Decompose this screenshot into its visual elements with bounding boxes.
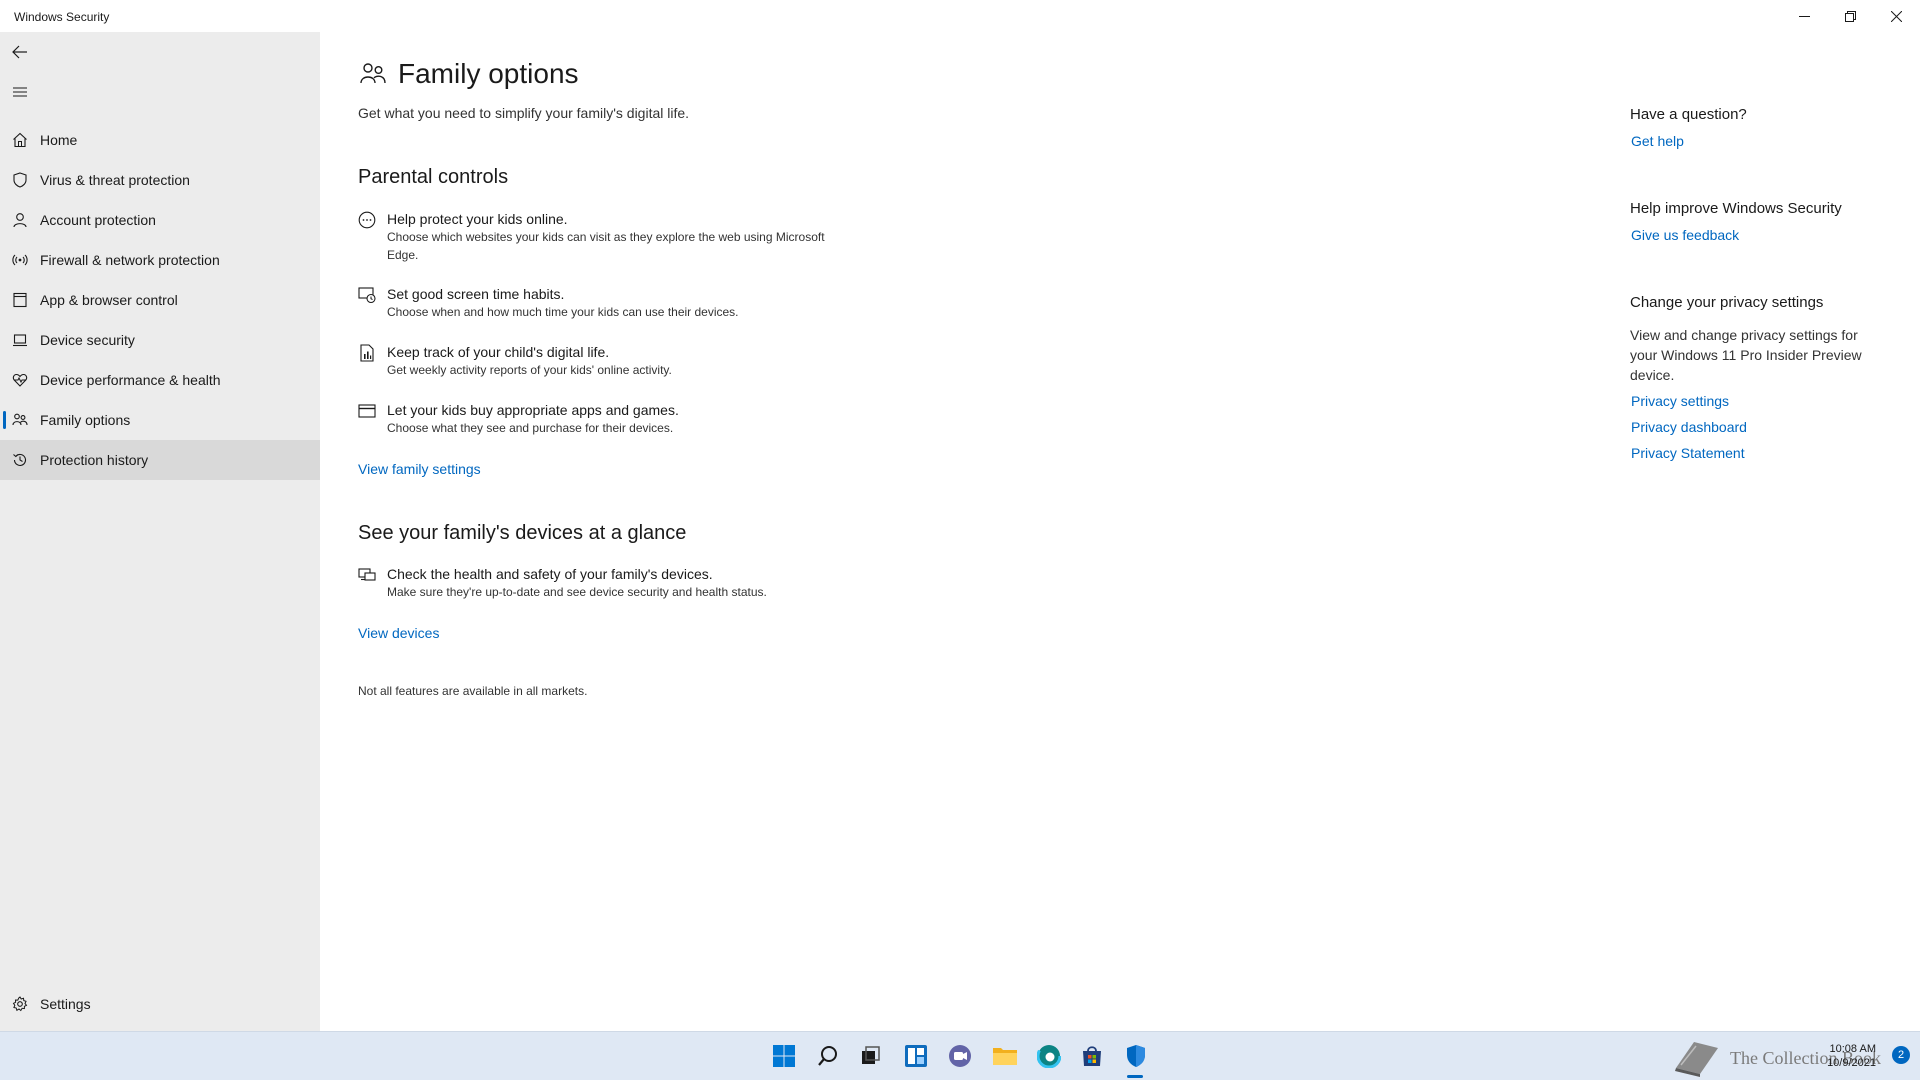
sidebar-item-label: Family options — [40, 412, 131, 428]
view-family-settings-link[interactable]: View family settings — [358, 461, 481, 477]
sidebar-item-label: Firewall & network protection — [40, 252, 220, 268]
heart-pulse-icon — [10, 370, 30, 390]
feature-title: Check the health and safety of your fami… — [387, 566, 713, 582]
sidebar-item-app-browser-control[interactable]: App & browser control — [0, 280, 320, 320]
start-icon[interactable] — [768, 1040, 800, 1072]
edge-icon[interactable] — [1033, 1040, 1065, 1072]
search-icon[interactable] — [812, 1040, 844, 1072]
restore-icon — [1844, 10, 1856, 22]
feature-title: Let your kids buy appropriate apps and g… — [387, 402, 679, 418]
feature-devices-health: Check the health and safety of your fami… — [358, 565, 827, 601]
active-app-indicator — [1127, 1075, 1143, 1078]
sidebar: Home Virus & threat protection Account p… — [0, 32, 320, 1031]
view-devices-link[interactable]: View devices — [358, 625, 439, 641]
feature-apps-and-games: Let your kids buy appropriate apps and g… — [358, 401, 827, 437]
report-icon — [358, 344, 378, 364]
page-header: Family options — [358, 58, 579, 90]
clock[interactable]: 10:08 AM 10/9/2021 — [1827, 1042, 1876, 1070]
credit-card-icon — [358, 402, 378, 422]
taskbar: The Collection Book 10:08 AM 10/9/2021 2 — [0, 1031, 1920, 1080]
feature-description: Choose what they see and purchase for th… — [387, 421, 674, 435]
section-title-parental-controls: Parental controls — [358, 166, 509, 188]
feature-screen-time: Set good screen time habits. Choose when… — [358, 285, 827, 321]
page-subtitle: Get what you need to simplify your famil… — [358, 105, 690, 121]
sidebar-item-label: Account protection — [40, 212, 156, 228]
store-icon[interactable] — [1076, 1040, 1108, 1072]
sidebar-item-device-performance[interactable]: Device performance & health — [0, 360, 320, 400]
sidebar-item-account-protection[interactable]: Account protection — [0, 200, 320, 240]
get-help-link[interactable]: Get help — [1631, 133, 1684, 149]
sidebar-item-home[interactable]: Home — [0, 120, 320, 160]
feature-description: Get weekly activity reports of your kids… — [387, 363, 672, 377]
availability-note: Not all features are available in all ma… — [358, 684, 588, 698]
section-title-family-devices: See your family's devices at a glance — [358, 522, 687, 544]
give-feedback-link[interactable]: Give us feedback — [1631, 227, 1739, 243]
home-icon — [10, 130, 30, 150]
app-window-icon — [10, 290, 30, 310]
person-icon — [10, 210, 30, 230]
task-view-icon[interactable] — [854, 1040, 886, 1072]
back-button[interactable] — [8, 40, 32, 64]
feature-description: Choose when and how much time your kids … — [387, 305, 739, 319]
feature-description: Make sure they're up-to-date and see dev… — [387, 585, 767, 599]
back-arrow-icon — [12, 45, 27, 59]
close-button[interactable] — [1873, 0, 1919, 32]
privacy-heading: Change your privacy settings — [1630, 294, 1824, 311]
help-improve-heading: Help improve Windows Security — [1630, 200, 1842, 217]
menu-button[interactable] — [8, 80, 32, 104]
privacy-statement-link[interactable]: Privacy Statement — [1631, 445, 1745, 461]
hamburger-icon — [13, 87, 27, 97]
sidebar-item-label: App & browser control — [40, 292, 178, 308]
globe-chat-icon — [358, 211, 378, 231]
sidebar-item-protection-history[interactable]: Protection history — [0, 440, 320, 480]
sidebar-item-firewall[interactable]: Firewall & network protection — [0, 240, 320, 280]
sidebar-item-label: Home — [40, 132, 78, 148]
sidebar-item-label: Device performance & health — [40, 372, 221, 388]
file-explorer-icon[interactable] — [989, 1040, 1021, 1072]
feature-protect-kids-online: Help protect your kids online. Choose wh… — [358, 210, 827, 264]
chat-icon[interactable] — [944, 1040, 976, 1072]
feature-title: Help protect your kids online. — [387, 211, 568, 227]
notification-badge[interactable]: 2 — [1892, 1046, 1910, 1064]
history-icon — [10, 450, 30, 470]
close-icon — [1890, 10, 1902, 22]
sidebar-item-label: Protection history — [40, 452, 149, 468]
privacy-description: View and change privacy settings for you… — [1630, 327, 1862, 383]
shield-icon — [10, 170, 30, 190]
sidebar-item-device-security[interactable]: Device security — [0, 320, 320, 360]
sidebar-item-family-options[interactable]: Family options — [0, 400, 320, 440]
selection-indicator — [3, 411, 6, 429]
family-icon — [10, 410, 30, 430]
sidebar-item-settings[interactable]: Settings — [0, 984, 320, 1024]
laptop-icon — [10, 330, 30, 350]
book-icon — [1675, 1042, 1718, 1077]
feature-title: Keep track of your child's digital life. — [387, 344, 610, 360]
clock-time: 10:08 AM — [1829, 1043, 1876, 1055]
title-bar: Windows Security — [0, 0, 1920, 32]
privacy-settings-link[interactable]: Privacy settings — [1631, 393, 1729, 409]
gear-icon — [10, 994, 30, 1014]
windows-security-icon[interactable] — [1120, 1040, 1152, 1072]
minimize-button[interactable] — [1781, 0, 1827, 32]
antenna-icon — [10, 250, 30, 270]
family-icon — [358, 59, 388, 89]
sidebar-item-label: Device security — [40, 332, 135, 348]
page-title: Family options — [398, 58, 579, 89]
minimize-icon — [1798, 15, 1810, 17]
have-question-heading: Have a question? — [1630, 106, 1747, 123]
feature-activity-reports: Keep track of your child's digital life.… — [358, 343, 827, 379]
widgets-icon[interactable] — [900, 1040, 932, 1072]
feature-description: Choose which websites your kids can visi… — [387, 230, 825, 262]
clock-date: 10/9/2021 — [1827, 1057, 1876, 1069]
restore-button[interactable] — [1827, 0, 1873, 32]
sidebar-item-label: Virus & threat protection — [40, 172, 190, 188]
privacy-dashboard-link[interactable]: Privacy dashboard — [1631, 419, 1747, 435]
window-title: Windows Security — [14, 10, 110, 24]
devices-icon — [358, 566, 378, 586]
feature-title: Set good screen time habits. — [387, 286, 565, 302]
sidebar-item-label: Settings — [40, 996, 91, 1012]
sidebar-item-virus-threat-protection[interactable]: Virus & threat protection — [0, 160, 320, 200]
screen-clock-icon — [358, 286, 378, 306]
